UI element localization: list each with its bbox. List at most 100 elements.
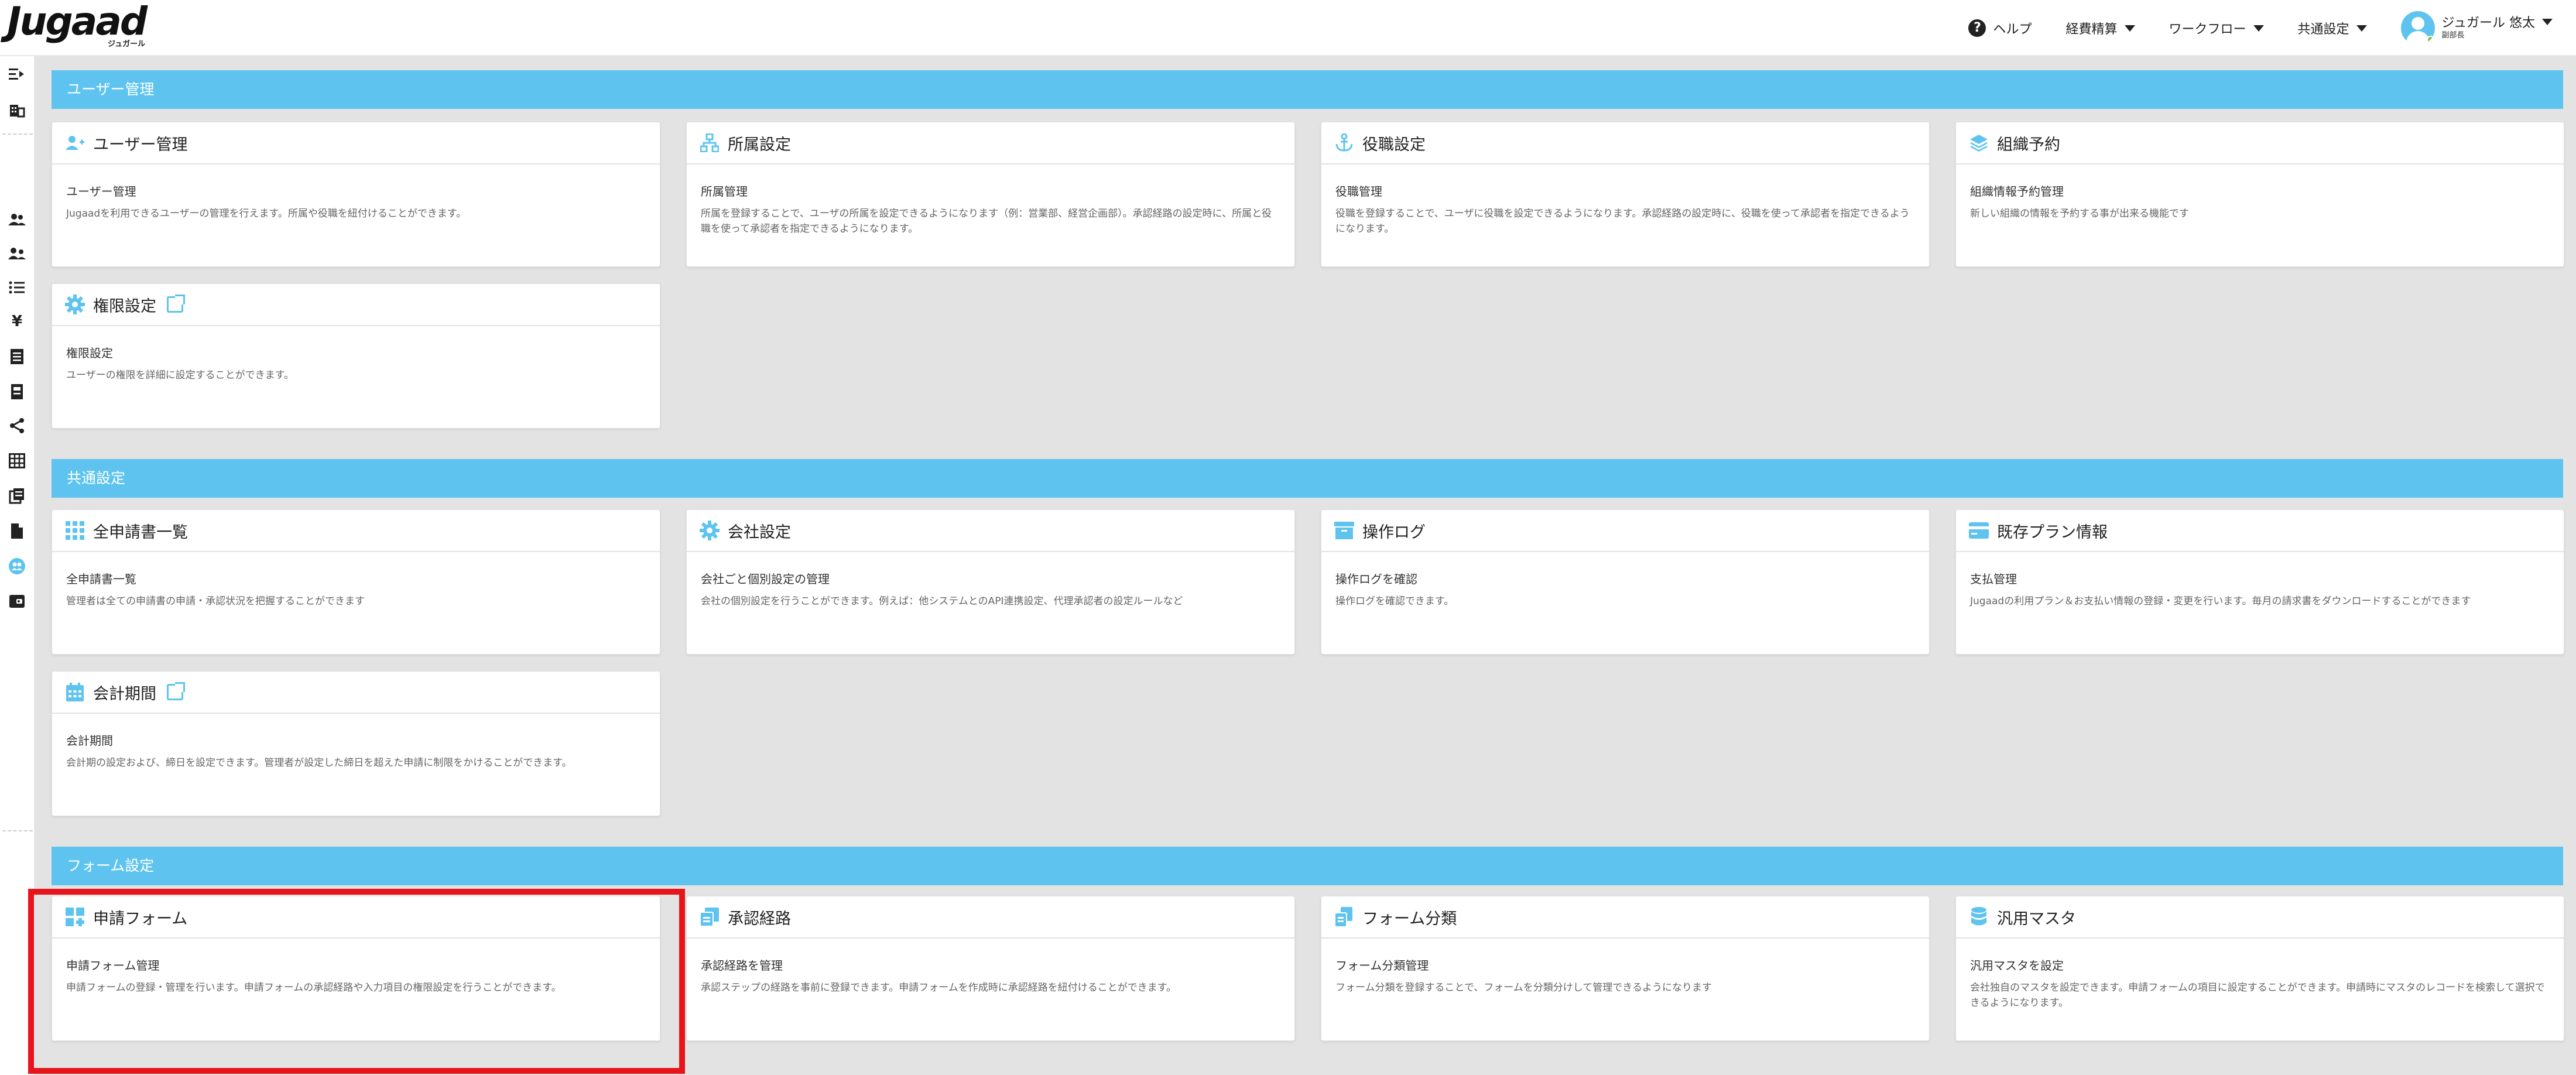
section-header-user-management: ユーザー管理 xyxy=(52,70,2563,109)
online-status-icon xyxy=(2426,36,2435,44)
user-add-icon xyxy=(65,133,85,153)
card-position-settings[interactable]: 役職設定 役職管理 役職を登録することで、ユーザに役職を設定できるようになります… xyxy=(1321,122,1930,267)
card-organization-reservation[interactable]: 組織予約 組織情報予約管理 新しい組織の情報を予約する事が出来る機能です xyxy=(1955,122,2564,267)
card-description: 会計期の設定および、締日を設定できます。管理者が設定した締日を超えた申請に制限を… xyxy=(66,757,572,769)
card-title: 既存プラン情報 xyxy=(1997,523,2108,542)
document-icon[interactable] xyxy=(8,348,26,365)
folder-icon xyxy=(1334,907,1354,927)
card-title: 役職設定 xyxy=(1362,135,1426,154)
section-header-form-settings: フォーム設定 xyxy=(52,847,2563,885)
gear-icon xyxy=(65,295,85,314)
menu-expense[interactable]: 経費精算 xyxy=(2065,19,2135,37)
header-nav: ? ヘルプ 経費精算 ワークフロー 共通設定 ジュガール 悠太 副部長 xyxy=(1968,0,2553,56)
file-icon[interactable] xyxy=(8,522,26,540)
card-title: 組織予約 xyxy=(1997,135,2060,154)
card-subtitle: 汎用マスタを設定 xyxy=(1970,958,2064,973)
logo-subtext: ジュガール xyxy=(108,40,146,49)
highlight-box xyxy=(28,889,685,1074)
card-icon xyxy=(1969,521,1989,540)
card-description: 承認ステップの経路を事前に登録できます。申請フォームを作成時に承認経路を紐付ける… xyxy=(701,982,1177,994)
building-icon[interactable] xyxy=(8,101,26,118)
card-description: 役職を登録することで、ユーザに役職を設定できるようになります。承認経路の設定時に… xyxy=(1335,208,1910,235)
help-icon: ? xyxy=(1968,19,1986,37)
table-icon[interactable] xyxy=(8,452,26,470)
gear-icon xyxy=(700,521,720,540)
card-form-category[interactable]: フォーム分類 フォーム分類管理 フォーム分類を登録することで、フォームを分類分け… xyxy=(1321,896,1930,1041)
help-link[interactable]: ? ヘルプ xyxy=(1968,19,2032,37)
database-icon xyxy=(1969,907,1989,927)
card-description: 管理者は全ての申請書の申請・承認状況を把握することができます xyxy=(66,595,365,607)
card-approval-route[interactable]: 承認経路 承認経路を管理 承認ステップの経路を事前に登録できます。申請フォームを… xyxy=(686,896,1295,1041)
card-description: Jugaadを利用できるユーザーの管理を行えます。所属や役職を紐付けることができ… xyxy=(66,208,467,220)
archive-icon xyxy=(1334,521,1354,540)
card-title: 全申請書一覧 xyxy=(93,523,188,542)
card-description: 会社の個別設定を行うことができます。例えば：他システムとのAPI連携設定、代理承… xyxy=(701,595,1183,607)
card-title: 操作ログ xyxy=(1362,523,1426,542)
chevron-down-icon xyxy=(2253,25,2264,32)
card-title: フォーム分類 xyxy=(1362,909,1457,928)
card-title: ユーザー管理 xyxy=(93,135,188,154)
card-subtitle: 会計期間 xyxy=(66,734,113,748)
card-title: 所属設定 xyxy=(728,135,791,154)
top-bar: Jugaad ジュガール ? ヘルプ 経費精算 ワークフロー 共通設定 ジュガー… xyxy=(0,0,2576,56)
sidebar-toggle-icon[interactable] xyxy=(8,66,26,83)
anchor-icon xyxy=(1334,133,1354,153)
receipt-icon[interactable] xyxy=(8,383,26,400)
card-description: 新しい組織の情報を予約する事が出来る機能です xyxy=(1970,208,2189,220)
card-plan-information[interactable]: 既存プラン情報 支払管理 Jugaadの利用プラン＆お支払い情報の登録・変更を行… xyxy=(1955,509,2564,655)
card-accounting-period[interactable]: 会計期間 会計期間 会計期の設定および、締日を設定できます。管理者が設定した締日… xyxy=(52,671,660,816)
avatar xyxy=(2400,11,2435,45)
external-link-icon[interactable] xyxy=(167,682,185,700)
menu-common-settings[interactable]: 共通設定 xyxy=(2298,19,2367,37)
card-all-applications[interactable]: 全申請書一覧 全申請書一覧 管理者は全ての申請書の申請・承認状況を把握することが… xyxy=(52,509,660,655)
card-user-management[interactable]: ユーザー管理 ユーザー管理 Jugaadを利用できるユーザーの管理を行えます。所… xyxy=(52,122,660,267)
user-menu[interactable]: ジュガール 悠太 副部長 xyxy=(2400,11,2553,45)
card-permission-settings[interactable]: 権限設定 権限設定 ユーザーの権限を詳細に設定することができます。 xyxy=(52,283,660,429)
wallet-icon[interactable] xyxy=(8,593,26,610)
card-subtitle: 組織情報予約管理 xyxy=(1970,184,2064,198)
documents-icon[interactable] xyxy=(8,487,26,505)
menu-workflow-label: ワークフロー xyxy=(2169,22,2246,37)
card-title: 権限設定 xyxy=(93,297,156,316)
external-link-icon[interactable] xyxy=(167,295,185,313)
card-description: 会社独自のマスタを設定できます。申請フォームの項目に設定することができます。申請… xyxy=(1970,982,2545,1009)
card-subtitle: 支払管理 xyxy=(1970,572,2017,586)
org-chart-icon xyxy=(700,133,720,153)
user-group-icon[interactable] xyxy=(8,245,26,262)
calendar-icon xyxy=(65,682,85,702)
share-icon[interactable] xyxy=(8,417,26,434)
card-subtitle: 役職管理 xyxy=(1335,184,1382,198)
card-description: 操作ログを確認できます。 xyxy=(1335,595,1454,607)
logo[interactable]: Jugaad ジュガール xyxy=(7,2,148,49)
menu-workflow[interactable]: ワークフロー xyxy=(2169,19,2264,37)
users-icon[interactable] xyxy=(8,211,26,228)
logo-text: Jugaad xyxy=(7,0,148,44)
user-name: ジュガール 悠太 xyxy=(2441,16,2535,30)
card-subtitle: 所属管理 xyxy=(701,184,748,198)
chevron-down-icon xyxy=(2356,25,2367,32)
chevron-down-icon xyxy=(2542,18,2553,25)
card-general-master[interactable]: 汎用マスタ 汎用マスタを設定 会社独自のマスタを設定できます。申請フォームの項目… xyxy=(1955,896,2564,1041)
card-department-settings[interactable]: 所属設定 所属管理 所属を登録することで、ユーザの所属を設定できるようになります… xyxy=(686,122,1295,267)
card-title: 汎用マスタ xyxy=(1997,909,2076,928)
card-description: フォーム分類を登録することで、フォームを分類分けして管理できるようになります xyxy=(1335,982,1712,994)
settings-globe-icon[interactable] xyxy=(8,557,26,575)
card-description: 所属を登録することで、ユーザの所属を設定できるようになります（例：営業部、経営企… xyxy=(701,208,1272,235)
card-operation-log[interactable]: 操作ログ 操作ログを確認 操作ログを確認できます。 xyxy=(1321,509,1930,655)
card-subtitle: 全申請書一覧 xyxy=(66,572,136,586)
list-icon[interactable] xyxy=(8,279,26,296)
copy-icon xyxy=(700,907,720,927)
card-description: Jugaadの利用プラン＆お支払い情報の登録・変更を行います。毎月の請求書をダウ… xyxy=(1970,595,2471,607)
layers-icon xyxy=(1969,133,1989,153)
card-title: 会社設定 xyxy=(728,523,791,542)
card-subtitle: 権限設定 xyxy=(66,346,113,360)
menu-common-settings-label: 共通設定 xyxy=(2297,22,2349,37)
user-role: 副部長 xyxy=(2441,31,2465,40)
card-title: 会計期間 xyxy=(93,684,156,703)
card-title: 承認経路 xyxy=(728,909,791,928)
card-company-settings[interactable]: 会社設定 会社ごと個別設定の管理 会社の個別設定を行うことができます。例えば：他… xyxy=(686,509,1295,655)
card-description: ユーザーの権限を詳細に設定することができます。 xyxy=(66,369,294,381)
card-subtitle: 承認経路を管理 xyxy=(701,958,783,973)
yen-icon[interactable]: ¥ xyxy=(8,313,26,330)
card-subtitle: フォーム分類管理 xyxy=(1335,958,1429,973)
